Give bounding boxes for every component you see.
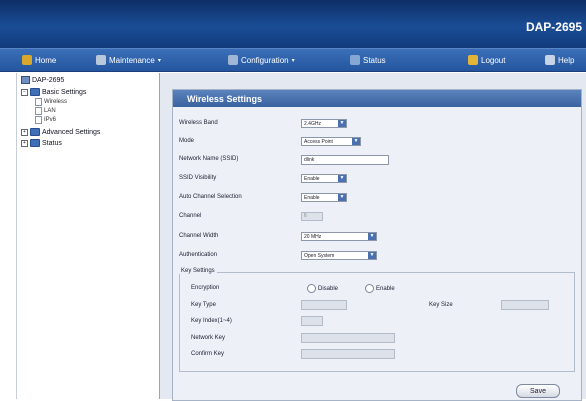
wireless-band-select[interactable]: 2.4GHz ▼ (301, 119, 347, 128)
auto-channel-value: Enable (304, 194, 320, 201)
collapse-icon[interactable]: − (21, 88, 28, 96)
encryption-enable-label: Enable (376, 285, 395, 292)
chevron-down-icon: ▼ (368, 233, 376, 240)
wrench-icon (96, 55, 106, 65)
chevron-down-icon: ▾ (157, 57, 161, 64)
key-size-select[interactable] (501, 300, 549, 310)
wireless-band-label: Wireless Band (179, 120, 218, 126)
folder-icon (30, 88, 40, 96)
auto-channel-label: Auto Channel Selection (179, 194, 242, 200)
device-model: DAP-2695 (525, 20, 582, 34)
page-icon (35, 98, 42, 106)
confirm-key-input[interactable] (301, 349, 395, 359)
tree-item-lan[interactable]: LAN (35, 107, 56, 115)
network-key-label: Network Key (191, 335, 226, 341)
radio-icon (307, 284, 316, 293)
mode-value: Access Point (304, 138, 333, 145)
header-banner: DAP-2695 (0, 0, 586, 48)
channel-select[interactable]: 6 (301, 212, 323, 221)
key-index-select[interactable] (301, 316, 323, 326)
tree-basic-settings-label: Basic Settings (42, 88, 87, 96)
mode-label: Mode (179, 138, 195, 144)
page-icon (35, 107, 42, 115)
chevron-down-icon: ▼ (352, 138, 360, 145)
encryption-disable-radio[interactable]: Disable (307, 284, 338, 293)
expand-icon[interactable]: + (21, 139, 28, 147)
menu-status[interactable]: Status (350, 53, 386, 67)
ssid-visibility-label: SSID Visibility (179, 175, 217, 181)
channel-width-select[interactable]: 20 MHz ▼ (301, 232, 377, 241)
menu-configuration[interactable]: Configuration ▾ (228, 53, 295, 67)
auto-channel-select[interactable]: Enable ▼ (301, 193, 347, 202)
expand-icon[interactable]: + (21, 128, 28, 136)
radio-icon (365, 284, 374, 293)
tree-advanced-settings[interactable]: + Advanced Settings (21, 128, 100, 136)
save-button[interactable]: Save (516, 384, 560, 398)
key-index-label: Key Index(1~4) (191, 318, 232, 324)
authentication-value: Open System (304, 252, 335, 259)
tree-item-wireless-label: Wireless (44, 99, 68, 105)
menu-help-label: Help (558, 55, 575, 65)
menu-maintenance[interactable]: Maintenance ▾ (96, 53, 161, 67)
tree-item-lan-label: LAN (44, 108, 56, 114)
menu-logout-label: Logout (481, 55, 506, 65)
channel-width-label: Channel Width (179, 233, 219, 239)
menu-home-label: Home (35, 55, 57, 65)
menu-logout[interactable]: Logout (468, 53, 505, 67)
channel-width-value: 20 MHz (304, 233, 322, 240)
page-icon (35, 116, 42, 124)
ssid-label: Network Name (SSID) (179, 156, 239, 162)
wireless-settings-panel: Wireless Settings Wireless Band 2.4GHz ▼… (172, 89, 582, 401)
menu-configuration-label: Configuration (241, 55, 289, 65)
folder-icon (30, 128, 40, 136)
top-menu-bar: Home Maintenance ▾ Configuration ▾ Statu… (0, 48, 586, 72)
key-type-label: Key Type (191, 302, 216, 308)
tree-item-ipv6[interactable]: IPv6 (35, 116, 56, 124)
menu-status-label: Status (363, 55, 386, 65)
encryption-enable-radio[interactable]: Enable (365, 284, 395, 293)
tree-basic-settings[interactable]: − Basic Settings (21, 88, 86, 96)
channel-label: Channel (179, 213, 202, 219)
menu-home[interactable]: Home (22, 53, 56, 67)
confirm-key-label: Confirm Key (191, 351, 225, 357)
encryption-disable-label: Disable (318, 285, 339, 292)
navigation-tree: DAP-2695 − Basic Settings Wireless LAN I… (16, 73, 161, 399)
tree-item-ipv6-label: IPv6 (44, 117, 57, 123)
tree-advanced-settings-label: Advanced Settings (42, 128, 101, 136)
chevron-down-icon: ▾ (291, 57, 295, 64)
key-settings-legend: Key Settings (179, 268, 217, 274)
mode-select[interactable]: Access Point ▼ (301, 137, 361, 146)
tree-root[interactable]: DAP-2695 (21, 76, 64, 84)
ssid-visibility-select[interactable]: Enable ▼ (301, 174, 347, 183)
ssid-input[interactable]: dlink (301, 155, 389, 165)
tree-status-label: Status (42, 139, 62, 147)
chevron-down-icon: ▼ (338, 194, 346, 201)
tree-item-wireless[interactable]: Wireless (35, 98, 67, 106)
tree-status[interactable]: + Status (21, 139, 62, 147)
device-icon (21, 76, 30, 84)
menu-help[interactable]: Help (545, 53, 574, 67)
authentication-label: Authentication (179, 252, 218, 258)
folder-icon (30, 139, 40, 147)
wireless-band-value: 2.4GHz (304, 120, 321, 127)
panel-title: Wireless Settings (173, 90, 581, 107)
home-icon (22, 55, 32, 65)
authentication-select[interactable]: Open System ▼ (301, 251, 377, 260)
help-icon (545, 55, 555, 65)
chevron-down-icon: ▼ (338, 175, 346, 182)
network-key-input[interactable] (301, 333, 395, 343)
ssid-visibility-value: Enable (304, 175, 320, 182)
tools-icon (228, 55, 238, 65)
menu-maintenance-label: Maintenance (109, 55, 155, 65)
tree-root-label: DAP-2695 (32, 76, 65, 84)
key-size-label: Key Size (429, 302, 453, 308)
logout-icon (468, 55, 478, 65)
chevron-down-icon: ▼ (338, 120, 346, 127)
key-type-select[interactable] (301, 300, 347, 310)
status-icon (350, 55, 360, 65)
encryption-label: Encryption (191, 285, 220, 291)
chevron-down-icon: ▼ (368, 252, 376, 259)
